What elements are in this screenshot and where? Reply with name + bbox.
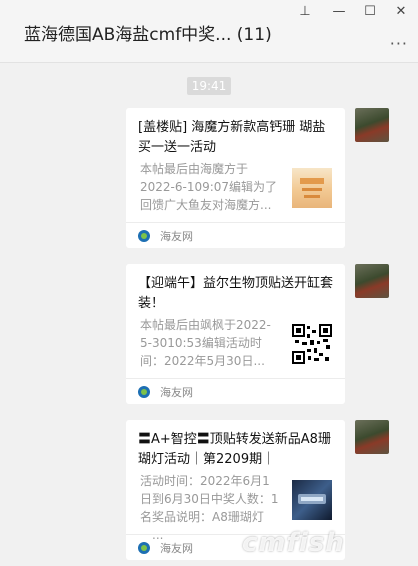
more-options-button[interactable]: ··· (390, 34, 408, 53)
maximize-icon[interactable]: ☐ (357, 3, 383, 21)
card-thumbnail (292, 168, 332, 208)
link-card[interactable]: 【迎端午】益尔生物顶贴送开缸套装！ 本帖最后由飒枫于2022-5-3010:53… (126, 264, 345, 404)
card-title: [盖楼贴] 海魔方新款高钙珊 瑚盐买一送一活动 (138, 120, 326, 155)
minimize-icon[interactable]: — (326, 3, 352, 21)
avatar[interactable] (355, 420, 389, 454)
haiyou-logo-icon (138, 230, 150, 242)
chat-title: 蓝海德国AB海盐cmf中奖... (11) (24, 25, 272, 45)
card-title: 〓A+智控〓顶贴转发送新品A8珊 瑚灯活动｜第2209期｜ (138, 432, 331, 467)
watermark: cmfish (242, 528, 345, 558)
pin-icon[interactable]: ⊥ (292, 3, 318, 21)
timestamp: 19:41 (187, 77, 231, 95)
card-thumbnail (292, 324, 332, 364)
card-title: 【迎端午】益尔生物顶贴送开缸套装！ (138, 276, 334, 311)
qr-code-icon (292, 324, 332, 364)
haiyou-logo-icon (138, 386, 150, 398)
source-name: 海友网 (160, 230, 193, 243)
card-divider (126, 222, 345, 223)
card-source: 海友网 (138, 228, 193, 244)
link-card[interactable]: [盖楼贴] 海魔方新款高钙珊 瑚盐买一送一活动 本帖最后由海魔方于2022-6-… (126, 108, 345, 248)
chat-header: 蓝海德国AB海盐cmf中奖... (11) ⊥ — ☐ ✕ ··· (0, 0, 418, 63)
card-description: 本帖最后由飒枫于2022-5-3010:53编辑活动时间：2022年5月30日.… (140, 318, 271, 368)
card-source: 海友网 (138, 540, 193, 556)
card-thumbnail (292, 480, 332, 520)
close-icon[interactable]: ✕ (388, 3, 414, 21)
card-description: 本帖最后由海魔方于2022-6-109:07编辑为了回馈广大鱼友对海魔方... (140, 162, 278, 212)
product-image-icon (300, 178, 324, 198)
coral-light-image-icon (298, 494, 326, 504)
haiyou-logo-icon (138, 542, 150, 554)
avatar[interactable] (355, 108, 389, 142)
source-name: 海友网 (160, 386, 193, 399)
card-divider (126, 378, 345, 379)
source-name: 海友网 (160, 542, 193, 555)
avatar[interactable] (355, 264, 389, 298)
card-source: 海友网 (138, 384, 193, 400)
